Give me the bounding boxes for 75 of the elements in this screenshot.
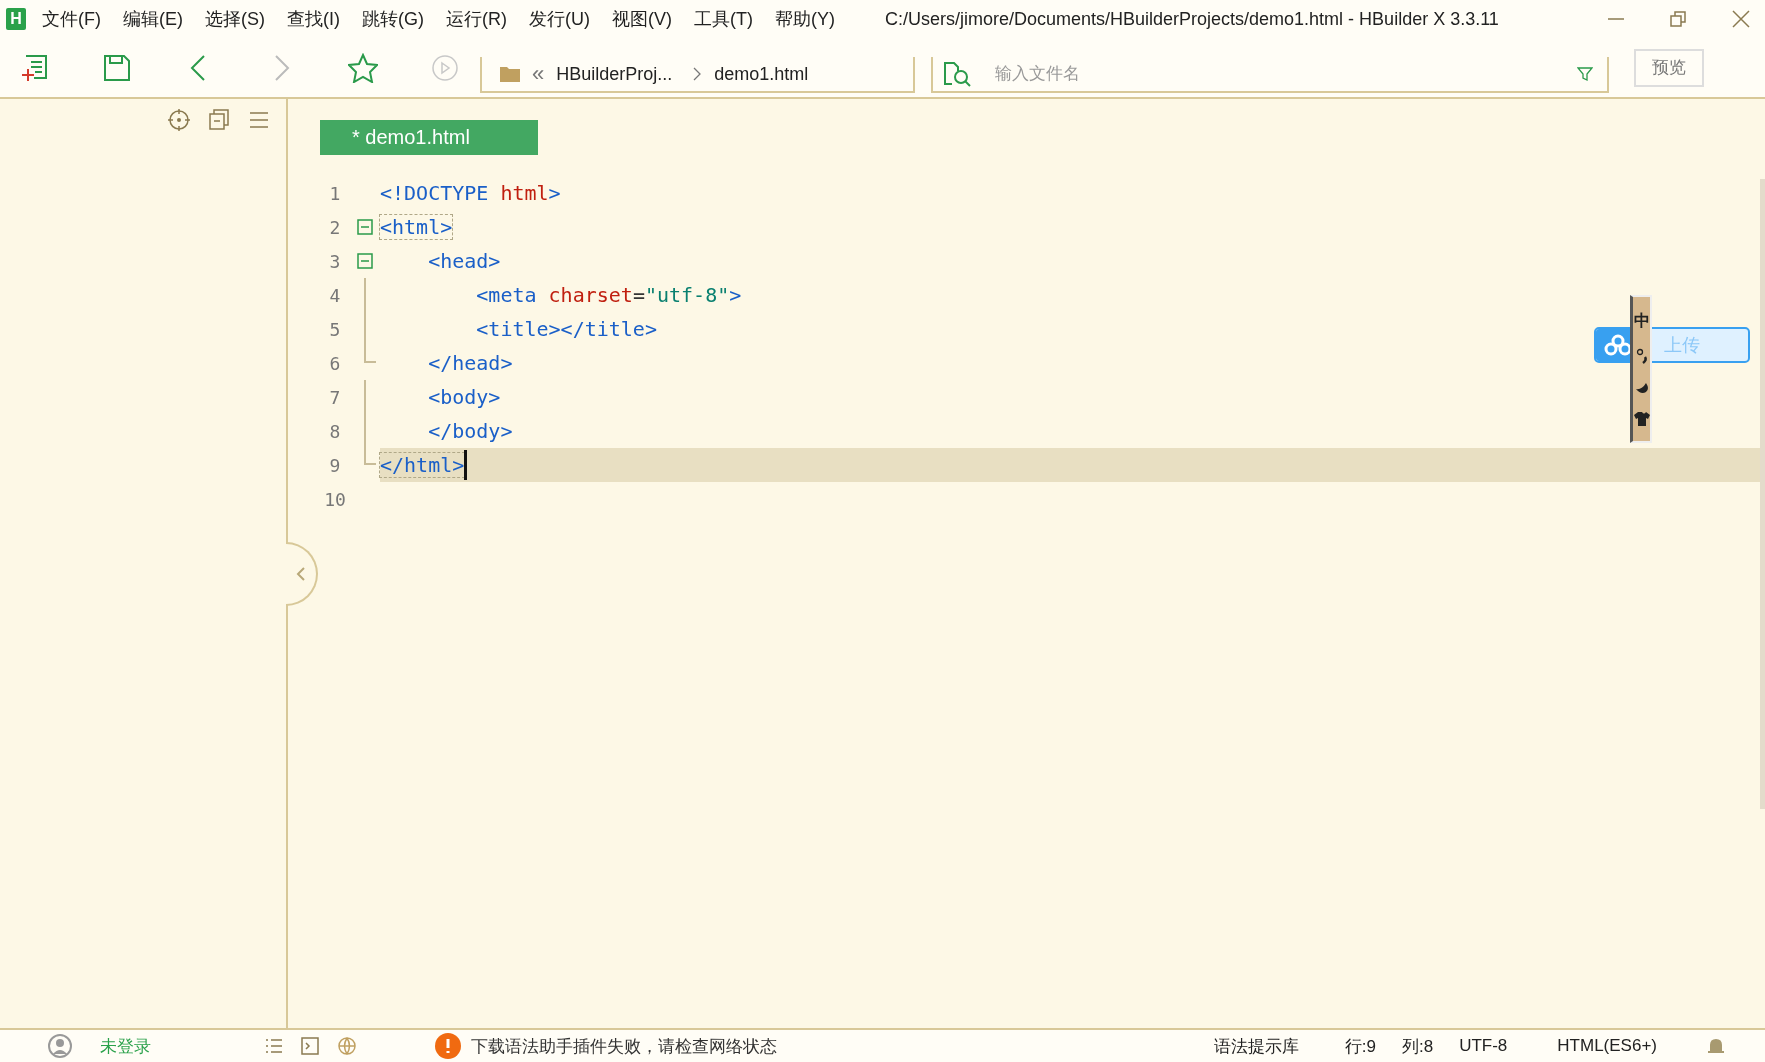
line-number: 1 xyxy=(328,182,342,204)
line-number: 6 xyxy=(328,352,342,374)
line-number: 9 xyxy=(328,454,342,476)
breadcrumb-item[interactable]: HBuilderProj... xyxy=(556,63,673,85)
window-title: C:/Users/jimore/Documents/HBuilderProjects/demo1.html - HBuilder X 3.3.11 xyxy=(884,8,1499,30)
code-token: "utf-8" xyxy=(644,283,730,307)
filter-icon[interactable] xyxy=(1577,66,1593,82)
menu-item[interactable]: 查找(I) xyxy=(287,7,340,31)
save-icon[interactable] xyxy=(102,52,132,83)
menu-item[interactable]: 选择(S) xyxy=(205,7,265,31)
code-token: <head> xyxy=(427,249,501,273)
menu-icon[interactable] xyxy=(248,109,270,131)
fold-end-line xyxy=(364,346,376,363)
close-icon[interactable] xyxy=(1731,9,1751,29)
menu-item[interactable]: 发行(U) xyxy=(529,7,590,31)
code-token: <body> xyxy=(427,385,501,409)
fold-end-line xyxy=(364,448,376,465)
line-number: 3 xyxy=(328,250,342,272)
breadcrumb-item[interactable]: demo1.html xyxy=(714,63,809,85)
menu-item[interactable]: 视图(V) xyxy=(612,7,672,31)
fold-icon[interactable] xyxy=(357,219,373,235)
line-number: 7 xyxy=(328,386,342,408)
code-token: <!DOCTYPE xyxy=(380,181,490,205)
code-token: <title></title> xyxy=(475,317,657,341)
code-token: html xyxy=(500,181,549,205)
chevron-icon xyxy=(692,66,703,82)
line-number: 5 xyxy=(328,318,342,340)
menu-item[interactable]: 帮助(Y) xyxy=(774,7,835,31)
globe-icon[interactable] xyxy=(337,1036,357,1056)
syntax-library-link[interactable]: 语法提示库 xyxy=(1213,1034,1299,1058)
line-number: 4 xyxy=(328,284,342,306)
language-mode-selector[interactable]: HTML(ES6+) xyxy=(1557,1036,1657,1056)
cursor-column: 列:8 xyxy=(1401,1034,1434,1058)
status-message: 下载语法助手插件失败，请检查网络状态 xyxy=(471,1035,777,1058)
menu-item[interactable]: 编辑(E) xyxy=(123,7,183,31)
file-search-field[interactable]: 输入文件名 xyxy=(931,57,1609,93)
code-token: = xyxy=(632,283,645,307)
warning-icon xyxy=(435,1033,461,1059)
menu-item[interactable]: 运行(R) xyxy=(446,7,507,31)
fold-icon[interactable] xyxy=(357,253,373,269)
user-icon[interactable] xyxy=(48,1034,72,1058)
folder-icon xyxy=(500,66,520,82)
line-number: 2 xyxy=(328,216,342,238)
cursor-row-text: 行:9 xyxy=(1344,1035,1376,1058)
code-token: </head> xyxy=(427,351,513,375)
code-token: </body> xyxy=(427,419,513,443)
menu-item[interactable]: 跳转(G) xyxy=(362,7,424,31)
line-number: 10 xyxy=(323,488,347,510)
breadcrumb-back[interactable]: « xyxy=(532,61,545,87)
preview-button[interactable]: 预览 xyxy=(1634,48,1704,87)
app-logo: H xyxy=(6,8,26,30)
restore-icon[interactable] xyxy=(1669,10,1687,28)
file-name-input[interactable]: 输入文件名 xyxy=(993,63,1577,85)
file-search-icon xyxy=(943,61,973,87)
punctuation-icon[interactable] xyxy=(1634,347,1649,364)
collapse-all-icon[interactable] xyxy=(208,109,230,131)
shirt-icon[interactable] xyxy=(1632,411,1651,428)
scrollbar[interactable] xyxy=(1760,179,1765,809)
locate-icon[interactable] xyxy=(168,109,190,131)
code-token: > xyxy=(548,181,561,205)
code-token: <meta xyxy=(475,283,538,307)
code-token: charset xyxy=(548,283,633,307)
line-number: 8 xyxy=(328,420,342,442)
text-cursor xyxy=(464,450,468,480)
menu-item[interactable]: 文件(F) xyxy=(42,7,101,31)
encoding-selector[interactable]: UTF-8 xyxy=(1459,1036,1508,1056)
code-token: <html> xyxy=(380,215,453,239)
star-icon[interactable] xyxy=(348,52,378,83)
list-icon[interactable] xyxy=(265,1037,283,1055)
menu-item[interactable]: 工具(T) xyxy=(694,7,753,31)
new-file-icon[interactable] xyxy=(20,52,50,83)
code-token: </html> xyxy=(380,453,465,477)
bell-icon[interactable] xyxy=(1707,1036,1725,1056)
terminal-icon[interactable] xyxy=(301,1037,319,1055)
code-token: > xyxy=(729,283,742,307)
